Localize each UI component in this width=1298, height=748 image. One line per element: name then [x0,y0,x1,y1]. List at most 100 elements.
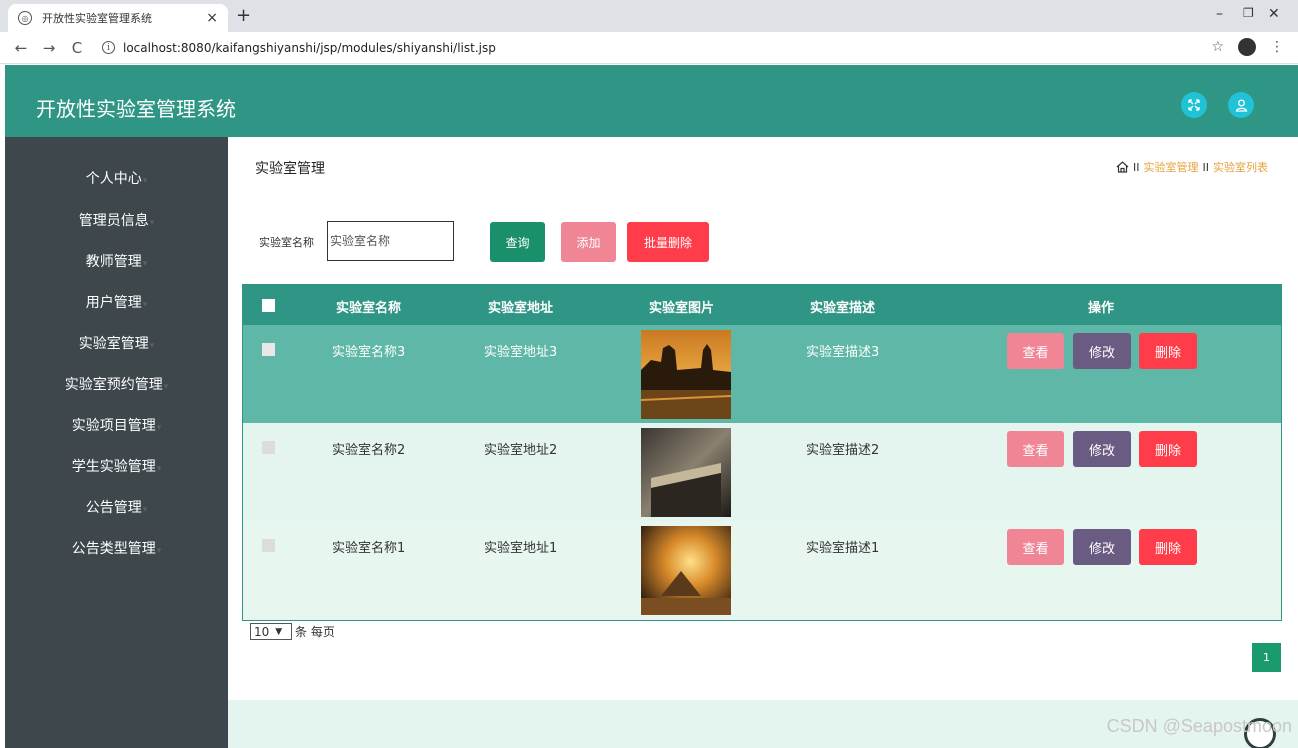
minimize-icon[interactable]: – [1216,6,1223,22]
chevron-down-icon: ▼ [275,626,283,637]
app-header: 开放性实验室管理系统 [5,65,1298,137]
user-icon[interactable] [1228,92,1254,118]
lab-table: 实验室名称 实验室地址 实验室图片 实验室描述 操作 实验室名称3 实验室地址3… [242,284,1282,621]
forward-icon[interactable]: → [42,39,56,57]
edit-button[interactable]: 修改 [1073,431,1131,467]
sidebar-item-lab[interactable]: 实验室管理▾ [5,333,228,353]
cell-name: 实验室名称1 [332,541,406,556]
chevron-down-icon: ▾ [163,382,169,392]
cell-name: 实验室名称3 [332,345,406,360]
row-checkbox[interactable] [262,343,275,356]
view-button[interactable]: 查看 [1007,333,1064,369]
chevron-down-icon: ▾ [149,341,155,351]
url-text: localhost:8080/kaifangshiyanshi/jsp/modu… [123,40,496,55]
url-field[interactable]: i localhost:8080/kaifangshiyanshi/jsp/mo… [102,41,496,55]
sidebar-item-experiment-project[interactable]: 实验项目管理▾ [5,415,228,435]
column-header-name: 实验室名称 [336,301,402,316]
sidebar-item-label: 实验项目管理 [71,418,156,434]
new-tab-icon[interactable]: + [236,5,251,26]
column-header-description: 实验室描述 [810,301,876,316]
edit-button[interactable]: 修改 [1073,529,1131,565]
sidebar-item-admin-info[interactable]: 管理员信息▾ [5,210,228,230]
delete-button[interactable]: 删除 [1139,431,1197,467]
cell-address: 实验室地址2 [484,443,558,458]
maximize-icon[interactable]: ❐ [1243,6,1254,20]
page-size-suffix: 条 每页 [295,625,335,639]
row-checkbox[interactable] [262,441,275,454]
main-content: 实验室管理 II 实验室管理 II 实验室列表 实验室名称 查询 添加 批量删除… [228,137,1298,748]
cell-name: 实验室名称2 [332,443,406,458]
watermark: CSDN @Seapostmoon [1106,716,1292,736]
sidebar-item-label: 实验室管理 [78,336,149,352]
table-row[interactable]: 实验室名称3 实验室地址3 实验室描述3 查看 修改 删除 [243,325,1281,423]
home-icon[interactable] [1116,161,1129,173]
page-title: 实验室管理 [255,161,325,177]
query-button[interactable]: 查询 [490,222,545,262]
sidebar-item-user[interactable]: 用户管理▾ [5,292,228,312]
batch-delete-button[interactable]: 批量删除 [627,222,709,262]
page-size-value: 10 [254,624,270,639]
sidebar-item-notice[interactable]: 公告管理▾ [5,497,228,517]
view-button[interactable]: 查看 [1007,431,1064,467]
browser-menu-icon[interactable]: ⋮ [1270,39,1284,55]
back-icon[interactable]: ← [14,39,28,57]
sidebar-item-notice-type[interactable]: 公告类型管理▾ [5,538,228,558]
sidebar-item-label: 实验室预约管理 [64,377,163,393]
app-title: 开放性实验室管理系统 [36,97,236,121]
sidebar-item-label: 公告类型管理 [71,541,156,557]
sidebar-item-student-experiment[interactable]: 学生实验管理▾ [5,456,228,476]
address-bar: ← → C i localhost:8080/kaifangshiyanshi/… [0,32,1298,64]
page-number-button[interactable]: 1 [1252,643,1281,672]
chevron-down-icon: ▾ [156,464,162,474]
cell-address: 实验室地址1 [484,541,558,556]
chevron-down-icon: ▾ [142,505,148,515]
edit-button[interactable]: 修改 [1073,333,1131,369]
profile-icon[interactable] [1238,38,1256,56]
reload-icon[interactable]: C [70,39,84,57]
chevron-down-icon: ▾ [142,176,148,186]
add-button[interactable]: 添加 [561,222,616,262]
star-icon[interactable]: ☆ [1211,39,1224,55]
sidebar-item-label: 管理员信息 [78,213,149,229]
sidebar-item-teacher[interactable]: 教师管理▾ [5,251,228,271]
browser-tab-bar: ◎ 开放性实验室管理系统 × + – ❐ ✕ [0,0,1298,32]
select-all-checkbox[interactable] [262,299,275,312]
browser-tab[interactable]: ◎ 开放性实验室管理系统 × [8,4,228,32]
delete-button[interactable]: 删除 [1139,333,1197,369]
lab-name-search-input[interactable] [327,221,454,261]
column-header-actions: 操作 [1088,301,1115,316]
breadcrumb: II 实验室管理 II 实验室列表 [1116,159,1268,175]
chevron-down-icon: ▾ [156,546,162,556]
address-bar-actions: ☆ ⋮ [1211,38,1284,56]
info-icon[interactable]: i [102,41,115,54]
breadcrumb-lab-list[interactable]: 实验室列表 [1213,159,1268,175]
search-label: 实验室名称 [259,236,314,249]
sidebar-item-lab-reservation[interactable]: 实验室预约管理▾ [5,374,228,394]
sidebar-item-label: 用户管理 [85,295,142,311]
cell-description: 实验室描述3 [806,345,880,360]
column-header-address: 实验室地址 [488,301,554,316]
sidebar-item-label: 教师管理 [85,254,142,270]
lab-image [641,428,731,517]
page-size-control: 10 ▼ 条 每页 [250,623,335,640]
breadcrumb-lab-management[interactable]: 实验室管理 [1144,159,1199,175]
view-button[interactable]: 查看 [1007,529,1064,565]
fullscreen-icon[interactable] [1181,92,1207,118]
sidebar-item-personal-center[interactable]: 个人中心▾ [5,168,228,188]
lab-image [641,526,731,615]
table-row[interactable]: 实验室名称2 实验室地址2 实验室描述2 查看 修改 删除 [243,423,1281,521]
tab-title: 开放性实验室管理系统 [42,12,152,25]
cell-description: 实验室描述2 [806,443,880,458]
chevron-down-icon: ▾ [156,423,162,433]
delete-button[interactable]: 删除 [1139,529,1197,565]
cell-address: 实验室地址3 [484,345,558,360]
table-row[interactable]: 实验室名称1 实验室地址1 实验室描述1 查看 修改 删除 [243,521,1281,619]
chevron-down-icon: ▾ [142,300,148,310]
cell-description: 实验室描述1 [806,541,880,556]
row-checkbox[interactable] [262,539,275,552]
lab-image [641,330,731,419]
page-size-select[interactable]: 10 ▼ [250,623,292,640]
close-tab-icon[interactable]: × [206,10,218,26]
window-close-icon[interactable]: ✕ [1268,6,1280,22]
breadcrumb-separator: II [1202,160,1210,174]
